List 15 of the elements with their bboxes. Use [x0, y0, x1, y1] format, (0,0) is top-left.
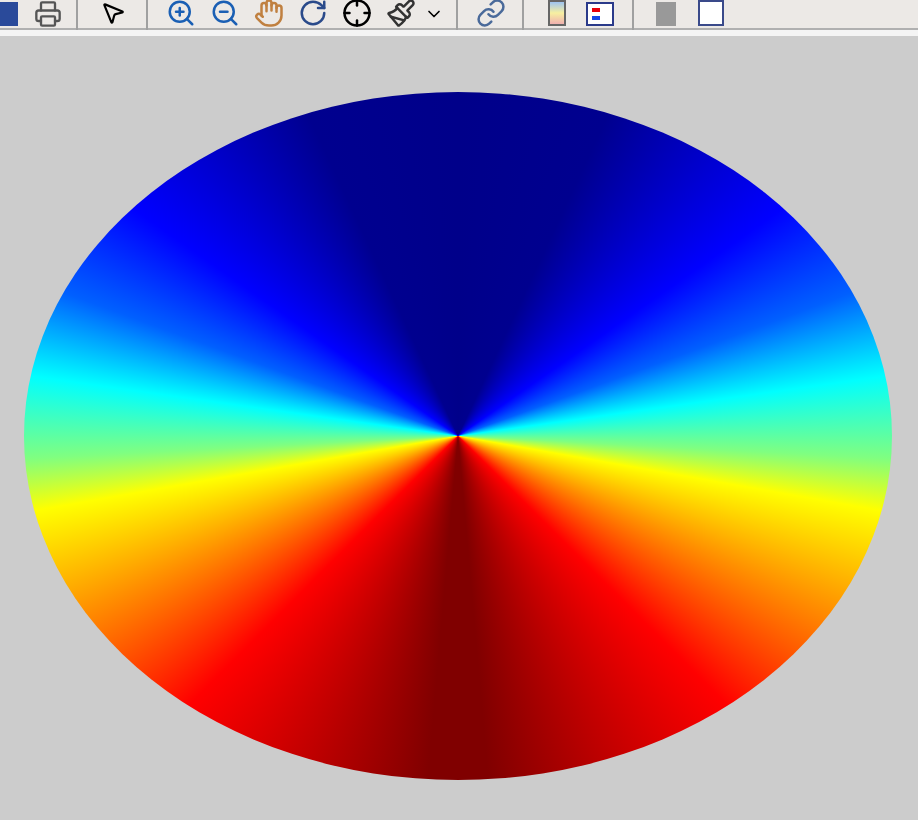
brush-icon: [385, 0, 415, 28]
crosshair-icon: [341, 0, 371, 28]
hand-icon: [253, 0, 283, 28]
pointer-icon: [99, 0, 125, 26]
link-icon: [475, 0, 505, 28]
toolbar-grip-icon: [0, 1, 18, 25]
window-icon: [697, 0, 723, 26]
legend-icon: [586, 1, 614, 25]
print-button[interactable]: [30, 0, 66, 29]
zoom-in-icon: [165, 0, 195, 28]
rotate-icon: [297, 0, 327, 28]
colorbar-icon: [547, 0, 565, 26]
square-icon: [656, 1, 676, 25]
zoom-out-icon: [209, 0, 239, 28]
printer-icon: [34, 0, 62, 27]
